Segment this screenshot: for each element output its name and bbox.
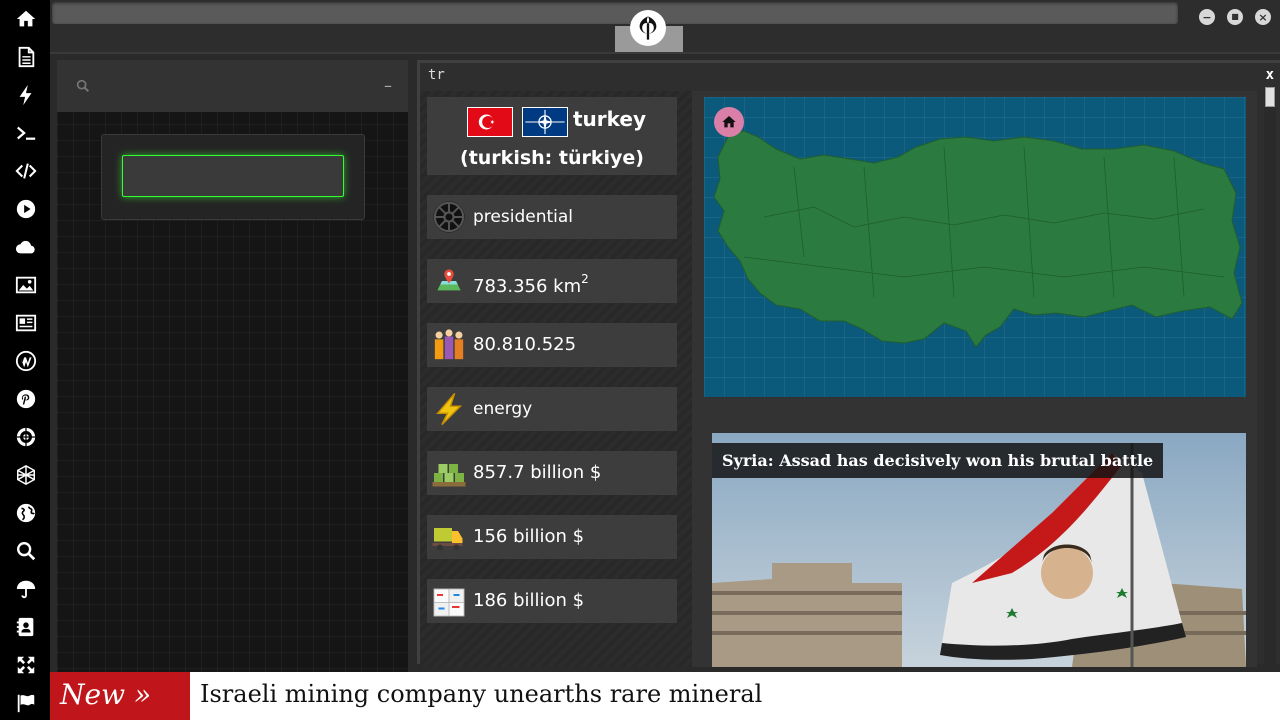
money-stack-icon: [431, 455, 467, 491]
minimize-button[interactable]: −: [1199, 9, 1215, 25]
resource-row: energy: [427, 387, 677, 431]
area-unit-exponent: 2: [581, 272, 589, 286]
area-row: 783.356 km2: [427, 259, 677, 303]
boxes-icon: [431, 583, 467, 619]
search-panel: –: [57, 60, 408, 672]
top-bar: − ■ ×: [50, 0, 1280, 54]
country-media-column: Syria: Assad has decisively won his brut…: [692, 91, 1257, 667]
map-home-button[interactable]: [714, 107, 744, 137]
country-map[interactable]: [704, 97, 1246, 397]
government-row: presidential: [427, 195, 677, 239]
ticker-headline[interactable]: Israeli mining company unearths rare min…: [200, 672, 762, 716]
address-bar[interactable]: [52, 2, 1178, 24]
cloud-icon[interactable]: [14, 235, 38, 259]
expand-icon[interactable]: [14, 653, 38, 677]
population-row: 80.810.525: [427, 323, 677, 367]
code-icon[interactable]: [14, 159, 38, 183]
close-button[interactable]: ×: [1255, 9, 1271, 25]
country-info-column: turkey (turkish: türkiye) presidential 7…: [420, 91, 692, 667]
exports-row: 156 billion $: [427, 515, 677, 559]
maximize-glyph: ■: [1231, 12, 1239, 21]
turkey-map-shape: [713, 130, 1243, 348]
globe-net-icon[interactable]: [14, 463, 38, 487]
window-title: tr: [428, 67, 445, 83]
document-icon[interactable]: [14, 45, 38, 69]
wordpress-icon[interactable]: [14, 349, 38, 373]
country-title-card: turkey (turkish: türkiye): [427, 97, 677, 175]
app-root: − ■ × – tr x turkey (turkish: türkiye) p…: [0, 0, 1280, 720]
news-ticker: New » Israeli mining company unearths ra…: [50, 672, 1280, 720]
map-pin-icon: [431, 263, 467, 299]
turkey-flag-icon: [467, 107, 513, 137]
window-close-button[interactable]: x: [1266, 67, 1274, 83]
collapse-button[interactable]: –: [384, 76, 392, 95]
flag-icon[interactable]: [14, 691, 38, 715]
energy-bolt-icon: [431, 391, 467, 427]
maximize-button[interactable]: ■: [1227, 9, 1243, 25]
home-icon[interactable]: [14, 7, 38, 31]
close-glyph: ×: [1258, 10, 1268, 24]
scrollbar[interactable]: [1264, 87, 1276, 664]
people-icon: [431, 327, 467, 363]
bolt-icon[interactable]: [14, 83, 38, 107]
rebel-alliance-icon: [630, 10, 666, 46]
exports-value: 156 billion $: [473, 526, 585, 547]
country-window: tr x turkey (turkish: türkiye) president…: [417, 60, 1280, 667]
news-card[interactable]: Syria: Assad has decisively won his brut…: [712, 433, 1246, 667]
population-value: 80.810.525: [473, 334, 577, 355]
galactic-empire-icon: [431, 199, 467, 235]
country-name: turkey: [573, 107, 647, 131]
home-icon: [722, 116, 736, 128]
play-icon[interactable]: [14, 197, 38, 221]
imports-row: 186 billion $: [427, 579, 677, 623]
contacts-icon[interactable]: [14, 615, 38, 639]
imports-value: 186 billion $: [473, 590, 585, 611]
terminal-icon[interactable]: [14, 121, 38, 145]
area-value: 783.356 km2: [473, 259, 589, 309]
nato-flag-icon: [522, 107, 568, 137]
umbrella-icon[interactable]: [14, 577, 38, 601]
newspaper-icon[interactable]: [14, 311, 38, 335]
ticker-label: New »: [50, 672, 190, 720]
search-icon[interactable]: [75, 78, 91, 94]
gdp-value: 857.7 billion $: [473, 462, 602, 483]
minimize-glyph: −: [1202, 10, 1212, 24]
image-icon[interactable]: [14, 273, 38, 297]
gdp-row: 857.7 billion $: [427, 451, 677, 495]
search-input[interactable]: [122, 155, 344, 197]
search-icon[interactable]: [14, 539, 38, 563]
icon-sidebar: [0, 0, 50, 720]
area-text: 783.356 km: [473, 276, 582, 297]
globe-icon[interactable]: [14, 501, 38, 525]
scrollbar-thumb[interactable]: [1265, 87, 1275, 107]
pinterest-icon[interactable]: [14, 387, 38, 411]
search-box: [101, 134, 365, 220]
country-native-name: (turkish: türkiye): [460, 147, 644, 169]
government-value: presidential: [473, 207, 573, 227]
search-panel-header: –: [57, 60, 408, 112]
resource-value: energy: [473, 399, 533, 419]
news-headline[interactable]: Syria: Assad has decisively won his brut…: [712, 443, 1164, 478]
galactic-empire-icon[interactable]: [14, 425, 38, 449]
forklift-icon: [431, 519, 467, 555]
